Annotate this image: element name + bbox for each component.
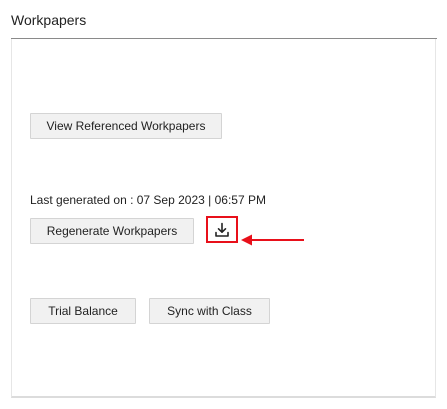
sync-with-class-button[interactable]: Sync with Class	[149, 298, 270, 324]
view-referenced-workpapers-button[interactable]: View Referenced Workpapers	[30, 113, 222, 139]
download-button[interactable]	[206, 216, 238, 243]
section-title: Workpapers	[11, 12, 87, 28]
regenerate-workpapers-button[interactable]: Regenerate Workpapers	[30, 218, 194, 244]
last-generated-text: Last generated on : 07 Sep 2023 | 06:57 …	[30, 193, 266, 207]
download-icon	[215, 222, 229, 237]
red-arrow-icon	[241, 234, 304, 246]
trial-balance-button[interactable]: Trial Balance	[30, 298, 136, 324]
